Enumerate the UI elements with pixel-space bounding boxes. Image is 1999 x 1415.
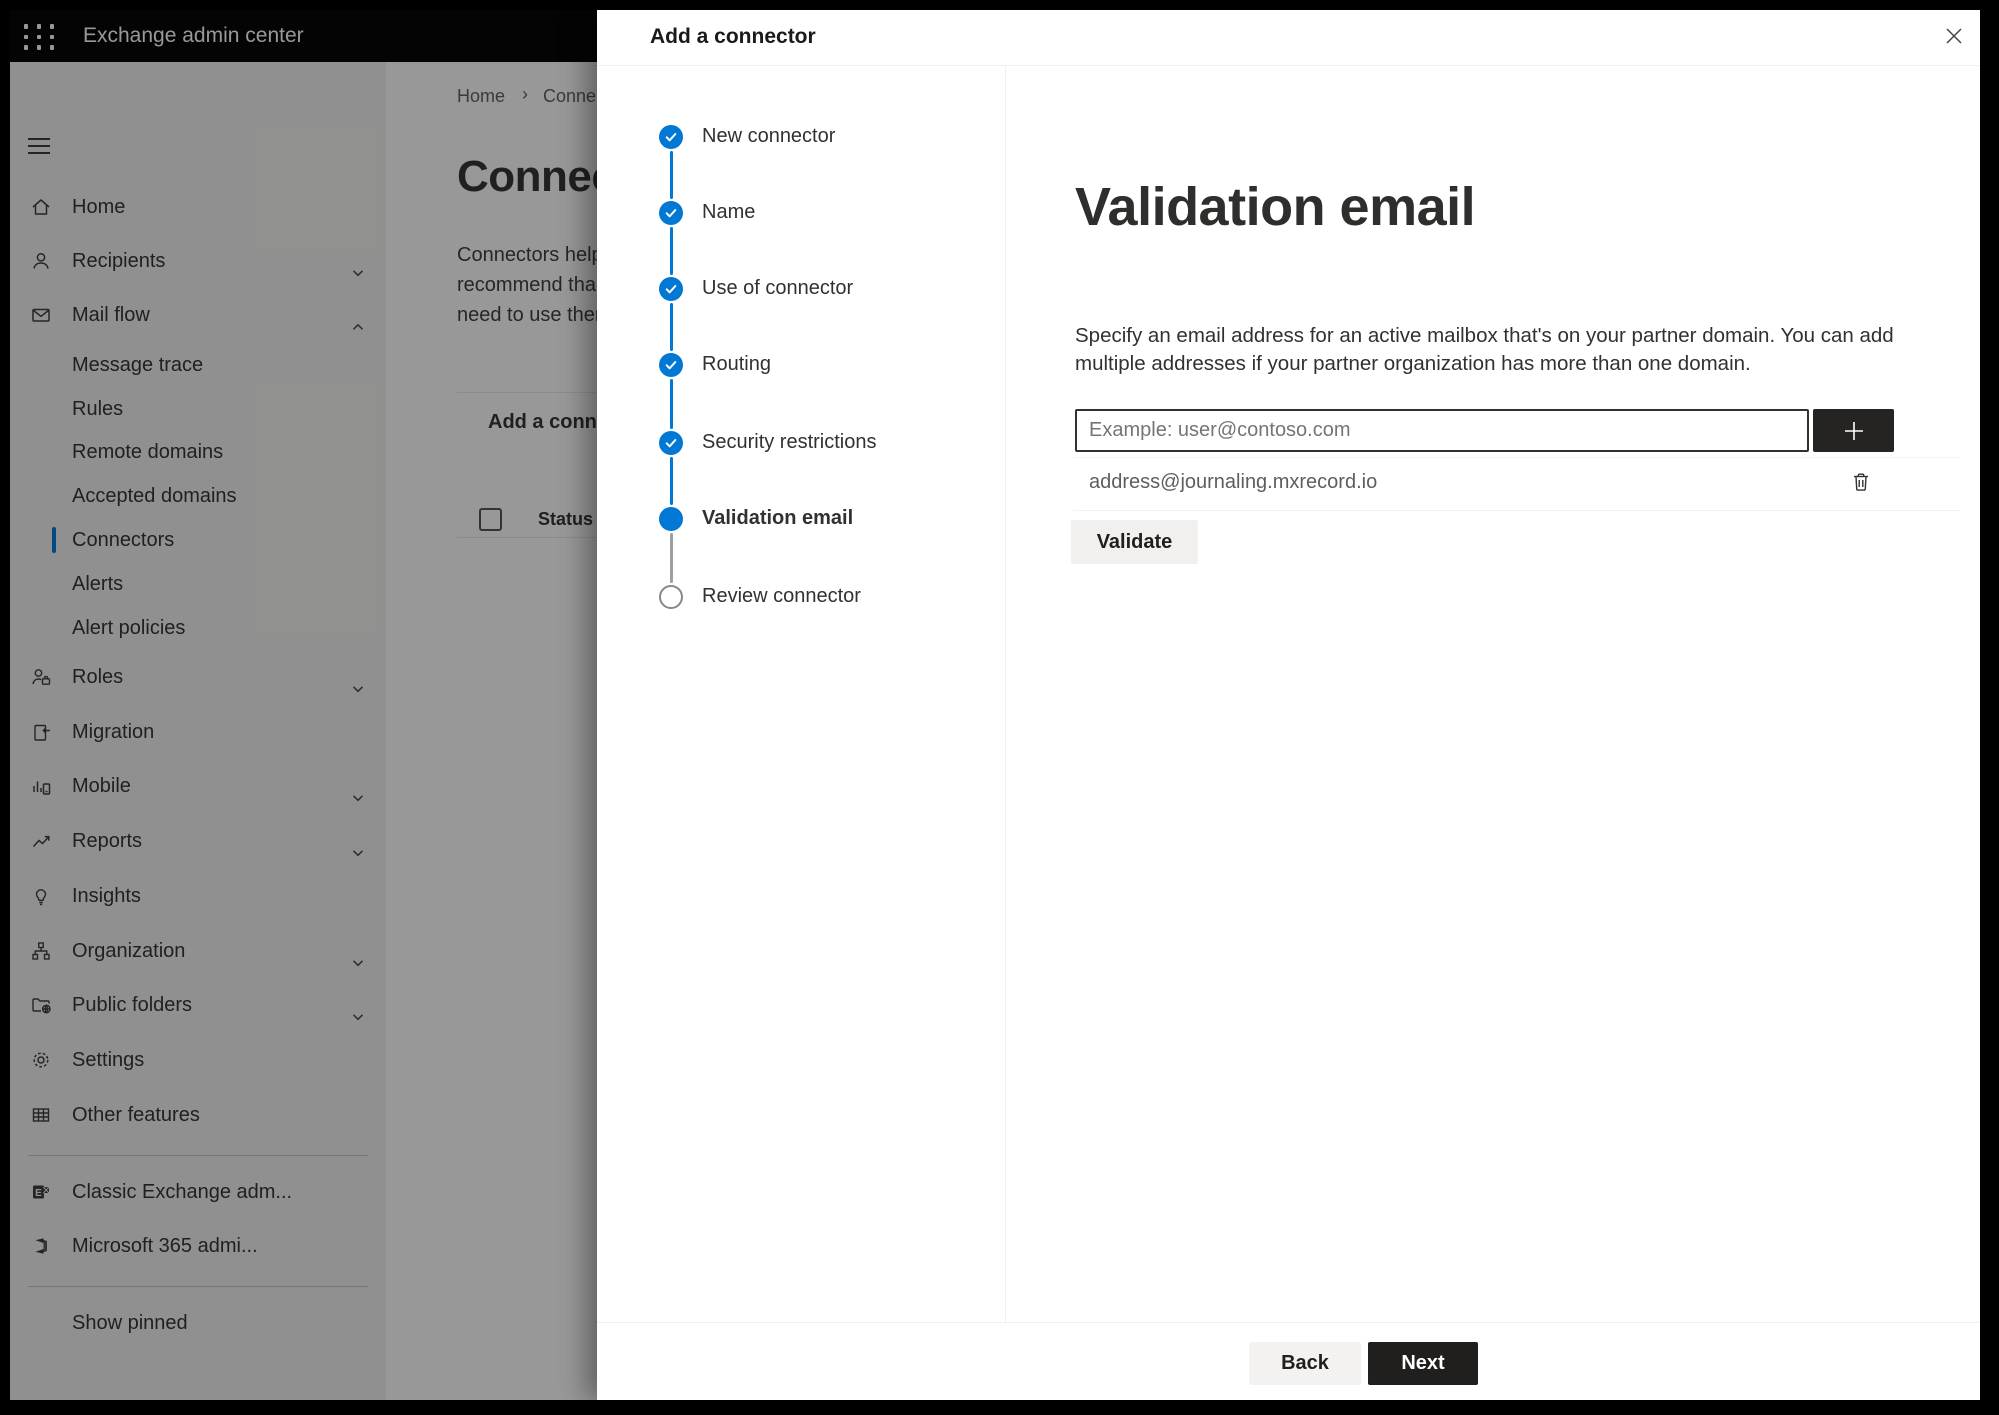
modal-dim-overlay: [10, 10, 597, 1400]
screen: Exchange admin center Home Recipients Ma…: [10, 10, 1980, 1400]
step-description-line: Specify an email address for an active m…: [1075, 324, 1894, 347]
step-circle: [659, 125, 683, 149]
add-connector-panel: Add a connector New connector Name Use o…: [597, 10, 1980, 1400]
step-circle: [659, 353, 683, 377]
wizard-step[interactable]: Security restrictions: [597, 421, 997, 465]
step-connector-line: [669, 227, 673, 275]
step-connector-line: [669, 379, 673, 429]
divider: [597, 1322, 1980, 1323]
step-circle: [659, 277, 683, 301]
step-label: Validation email: [702, 507, 854, 529]
plus-icon: [1844, 421, 1863, 440]
address-value: address@journaling.mxrecord.io: [1089, 471, 1378, 493]
wizard-step[interactable]: Routing: [597, 343, 997, 387]
divider: [1005, 66, 1006, 1322]
step-circle: [659, 585, 683, 609]
step-circle: [659, 201, 683, 225]
wizard-step[interactable]: Review connector: [597, 575, 997, 619]
step-label: New connector: [702, 125, 836, 147]
close-icon[interactable]: [1937, 19, 1971, 53]
step-label: Security restrictions: [702, 431, 877, 453]
step-label: Review connector: [702, 585, 861, 607]
trash-icon[interactable]: [1848, 470, 1874, 496]
wizard-step[interactable]: Validation email: [597, 497, 997, 541]
step-connector-line: [669, 151, 673, 199]
step-connector-line: [669, 303, 673, 351]
step-label: Routing: [702, 353, 771, 375]
add-email-button[interactable]: [1813, 409, 1894, 452]
step-description-line: multiple addresses if your partner organ…: [1075, 352, 1751, 375]
next-button[interactable]: Next: [1368, 1342, 1478, 1385]
step-circle: [659, 431, 683, 455]
panel-title: Add a connector: [650, 25, 816, 48]
address-row: address@journaling.mxrecord.io: [1073, 458, 1960, 510]
step-connector-line: [669, 457, 673, 505]
divider: [1073, 510, 1960, 511]
divider: [597, 65, 1980, 66]
back-button[interactable]: Back: [1249, 1342, 1361, 1385]
step-label: Use of connector: [702, 277, 854, 299]
wizard-step[interactable]: Use of connector: [597, 267, 997, 311]
step-connector-line: [669, 533, 673, 583]
step-heading: Validation email: [1075, 177, 1476, 237]
wizard-step[interactable]: New connector: [597, 115, 997, 159]
step-label: Name: [702, 201, 756, 223]
email-input[interactable]: [1075, 409, 1809, 452]
step-circle: [659, 507, 683, 531]
validate-button[interactable]: Validate: [1071, 520, 1198, 564]
wizard-step[interactable]: Name: [597, 191, 997, 235]
